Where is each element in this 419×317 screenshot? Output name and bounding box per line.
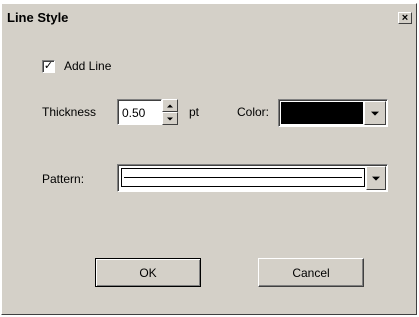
color-dropdown-button[interactable] <box>364 101 386 125</box>
thickness-unit: pt <box>189 105 200 119</box>
spin-up-button[interactable] <box>162 99 178 112</box>
thickness-input[interactable]: 0.50 <box>117 99 162 125</box>
pattern-label: Pattern: <box>42 172 85 186</box>
title-bar[interactable]: Line Style × <box>2 4 416 32</box>
checkmark-icon: ✓ <box>43 60 54 72</box>
spin-down-button[interactable] <box>162 112 178 125</box>
color-label: Color: <box>237 105 270 119</box>
dialog-title: Line Style <box>7 10 69 25</box>
add-line-checkbox[interactable]: ✓ <box>42 60 55 73</box>
thickness-spinner[interactable] <box>162 99 178 125</box>
close-button[interactable]: × <box>398 12 412 24</box>
chevron-down-icon <box>372 176 380 181</box>
ok-button[interactable]: OK <box>95 258 201 287</box>
pattern-dropdown-button[interactable] <box>366 166 386 190</box>
line-style-dialog: Line Style × ✓ Add Line Thickness 0.50 p… <box>1 3 417 315</box>
pattern-dropdown[interactable] <box>117 164 388 192</box>
thickness-value: 0.50 <box>122 106 146 120</box>
add-line-label[interactable]: Add Line <box>64 59 111 73</box>
chevron-down-icon <box>371 111 379 116</box>
color-swatch <box>281 102 363 124</box>
arrow-down-icon <box>167 117 173 120</box>
thickness-label: Thickness <box>42 105 97 119</box>
cancel-button[interactable]: Cancel <box>258 258 364 287</box>
pattern-preview <box>121 168 365 187</box>
color-dropdown[interactable] <box>278 99 388 127</box>
close-icon: × <box>401 12 409 24</box>
arrow-up-icon <box>167 104 173 107</box>
solid-line-pattern <box>124 177 362 178</box>
